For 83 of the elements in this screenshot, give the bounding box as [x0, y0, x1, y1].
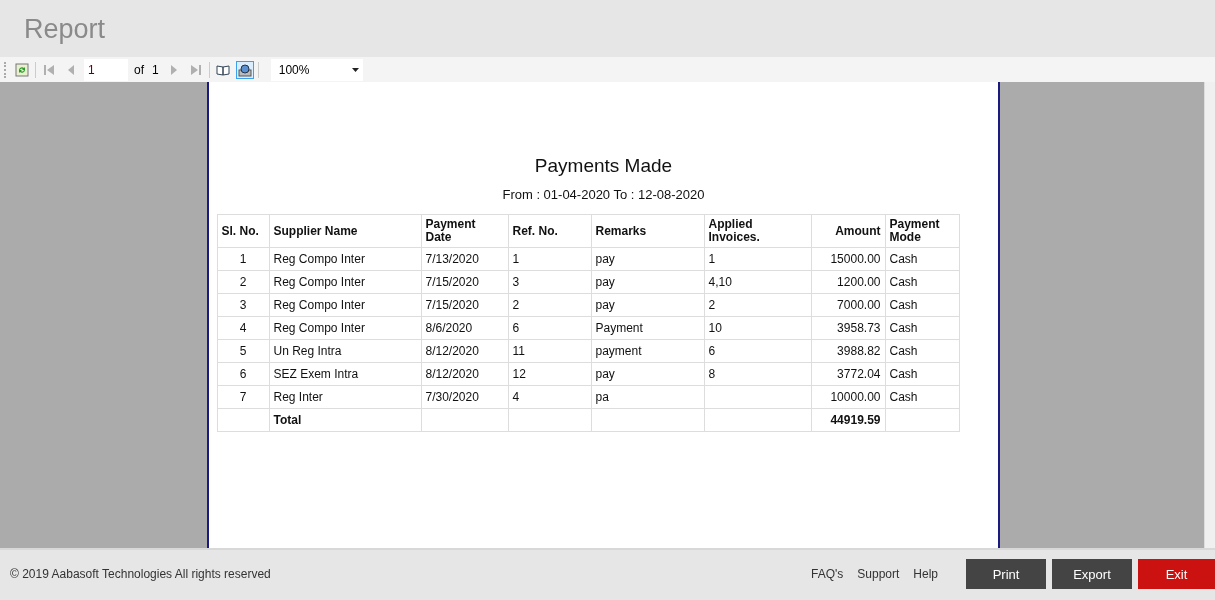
caret-icon — [351, 67, 359, 72]
table-cell: 2 — [217, 270, 269, 294]
table-cell: pa — [591, 385, 704, 409]
table-cell: 10000.00 — [811, 385, 885, 409]
table-cell: 2 — [508, 293, 591, 317]
table-cell: 6 — [704, 339, 811, 363]
table-cell: Payment — [591, 316, 704, 340]
table-cell: Reg Compo Inter — [269, 247, 421, 271]
table-cell: 11 — [508, 339, 591, 363]
of-label: of — [133, 62, 145, 77]
table-cell: payment — [591, 339, 704, 363]
table-cell: 1 — [704, 247, 811, 271]
column-header: Payment Mode — [885, 214, 959, 248]
total-amount: 44919.59 — [811, 408, 885, 432]
column-header: Remarks — [591, 214, 704, 248]
table-cell: 7/13/2020 — [421, 247, 508, 271]
table-cell: Reg Compo Inter — [269, 316, 421, 340]
table-cell: 3958.73 — [811, 316, 885, 340]
footer-button[interactable]: Print — [966, 559, 1046, 589]
table-cell: 1 — [508, 247, 591, 271]
table-cell: 8 — [704, 362, 811, 386]
report-title: Payments Made — [534, 155, 673, 177]
table-cell: 7/15/2020 — [421, 270, 508, 294]
footer-button[interactable]: Export — [1052, 559, 1132, 589]
table-cell: Reg Compo Inter — [269, 270, 421, 294]
table-cell: 3988.82 — [811, 339, 885, 363]
table-cell: 4 — [508, 385, 591, 409]
table-cell: Reg Compo Inter — [269, 293, 421, 317]
footer-link[interactable]: Support — [857, 567, 900, 581]
table-cell: 6 — [217, 362, 269, 386]
table-cell: pay — [591, 293, 704, 317]
scrollbar[interactable] — [1204, 82, 1215, 548]
table-cell: 8/12/2020 — [421, 362, 508, 386]
zoom-dropdown[interactable]: 100% — [270, 58, 363, 81]
table-cell: 8/6/2020 — [421, 316, 508, 340]
column-header: Amount — [811, 214, 885, 248]
table-cell: Cash — [885, 339, 959, 363]
table-cell: 10 — [704, 316, 811, 340]
table-cell: SEZ Exem Intra — [269, 362, 421, 386]
table-cell: pay — [591, 247, 704, 271]
page-count: 1 — [151, 62, 160, 77]
table-cell: Un Reg Intra — [269, 339, 421, 363]
table-cell: pay — [591, 270, 704, 294]
print-layout-icon[interactable] — [235, 60, 254, 79]
column-header: Sl. No. — [217, 214, 269, 248]
footer-button[interactable]: Exit — [1138, 559, 1215, 589]
table-cell: Reg Inter — [269, 385, 421, 409]
table-cell: 12 — [508, 362, 591, 386]
table-cell: 4 — [217, 316, 269, 340]
refresh-icon[interactable] — [13, 60, 31, 79]
column-header: Payment Date — [421, 214, 508, 248]
table-cell: pay — [591, 362, 704, 386]
table-cell: 15000.00 — [811, 247, 885, 271]
table-cell: Cash — [885, 316, 959, 340]
total-label: Total — [269, 408, 421, 432]
table-cell: Cash — [885, 362, 959, 386]
footer-link[interactable]: Help — [913, 567, 938, 581]
table-cell: Cash — [885, 385, 959, 409]
window-title: Report — [23, 13, 106, 45]
column-header: Ref. No. — [508, 214, 591, 248]
column-header: Applied Invoices. — [704, 214, 811, 248]
table-cell: 7/15/2020 — [421, 293, 508, 317]
table-cell: 1 — [217, 247, 269, 271]
table-cell: 7000.00 — [811, 293, 885, 317]
copyright-text: © 2019 Aabasoft Technologies All rights reserved — [10, 567, 271, 581]
table-cell: 4,10 — [704, 270, 811, 294]
table-cell: Cash — [885, 270, 959, 294]
table-cell: 1200.00 — [811, 270, 885, 294]
table-cell: 3 — [508, 270, 591, 294]
table-cell: 3772.04 — [811, 362, 885, 386]
table-cell: 7 — [217, 385, 269, 409]
footer-link[interactable]: FAQ's — [811, 567, 844, 581]
table-cell: 2 — [704, 293, 811, 317]
table-cell: 3 — [217, 293, 269, 317]
table-cell: Cash — [885, 247, 959, 271]
table-cell: 6 — [508, 316, 591, 340]
table-cell: Cash — [885, 293, 959, 317]
table-cell: 5 — [217, 339, 269, 363]
table-cell: 7/30/2020 — [421, 385, 508, 409]
page-number-field[interactable]: 1 — [84, 58, 128, 81]
table-cell: 8/12/2020 — [421, 339, 508, 363]
date-range: From : 01-04-2020 To : 12-08-2020 — [502, 187, 705, 202]
column-header: Supplier Name — [269, 214, 421, 248]
